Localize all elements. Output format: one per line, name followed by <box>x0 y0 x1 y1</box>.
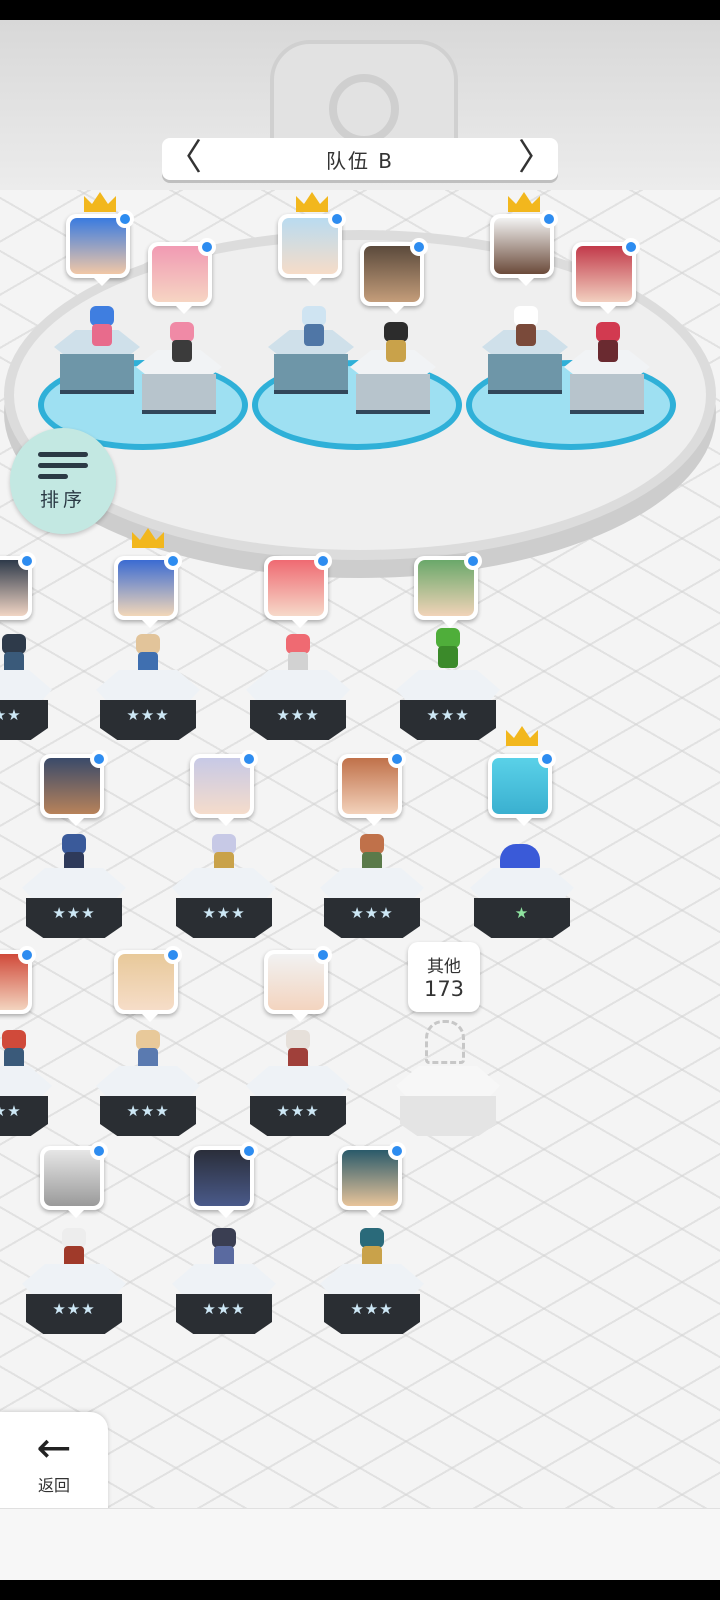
team-selector: 〈 队伍 B 〉 <box>162 138 558 180</box>
star-rating: ★★★ <box>202 904 246 922</box>
others-label: 其他 <box>427 957 461 977</box>
hero-pedestal[interactable]: ★★★ <box>320 1264 424 1348</box>
blue-dot-icon <box>240 750 258 768</box>
hero-pedestal[interactable]: ★★★ <box>0 1066 52 1150</box>
hero-sprite <box>162 320 202 364</box>
hero-sprite <box>588 320 628 364</box>
star-rating: ★★★ <box>276 706 320 724</box>
hero-pedestal[interactable]: ★★★ <box>172 868 276 952</box>
hero-pedestal[interactable]: ★★★ <box>246 1066 350 1150</box>
others-count: 173 <box>423 977 465 1001</box>
sort-label: 排序 <box>39 489 86 511</box>
back-button[interactable]: ← 返回 <box>0 1412 108 1512</box>
roster-hero-portrait[interactable] <box>190 1142 258 1218</box>
roster-hero-portrait[interactable] <box>114 552 182 628</box>
blue-dot-icon <box>116 210 134 228</box>
team-member-portrait[interactable] <box>572 238 640 314</box>
blue-dot-icon <box>90 1142 108 1160</box>
hero-sprite <box>294 304 334 348</box>
star-rating: ★★★ <box>0 706 22 724</box>
blue-dot-icon <box>388 1142 406 1160</box>
roster-hero-portrait[interactable] <box>338 1142 406 1218</box>
game-screen: 〈 队伍 B 〉 ★ ★★ ★ ★★ ★ ★★ ★ ★★★ ★★★ ★★★ ★ … <box>0 20 720 1580</box>
team-member-portrait[interactable] <box>360 238 428 314</box>
others-count-bubble[interactable]: 其他 173 <box>408 942 480 1012</box>
blue-dot-icon <box>164 552 182 570</box>
star-rating: ★★★ <box>52 904 96 922</box>
team-member-portrait[interactable] <box>66 210 134 286</box>
crown-icon <box>508 192 540 212</box>
sort-lines-icon <box>10 452 116 479</box>
hero-sprite <box>428 626 468 670</box>
blue-dot-icon <box>90 750 108 768</box>
roster-hero-portrait[interactable] <box>40 750 108 826</box>
blue-dot-icon <box>198 238 216 256</box>
next-team-arrow-icon[interactable]: 〉 <box>518 138 554 178</box>
star-rating: ★★★ <box>350 1300 394 1318</box>
back-arrow-icon: ← <box>36 1423 72 1472</box>
hero-pedestal[interactable]: ★★★ <box>172 1264 276 1348</box>
hero-pedestal[interactable]: ★★★ <box>96 1066 200 1150</box>
blue-dot-icon <box>240 1142 258 1160</box>
roster-hero-portrait[interactable] <box>264 946 332 1022</box>
roster-hero-portrait[interactable] <box>0 552 36 620</box>
hero-pedestal[interactable]: ★★★ <box>0 670 52 754</box>
hero-pedestal[interactable]: ★★★ <box>96 670 200 754</box>
blue-dot-icon <box>164 946 182 964</box>
roster-hero-portrait[interactable] <box>0 946 36 1014</box>
blue-dot-icon <box>538 750 556 768</box>
hero-pedestal[interactable]: ★★★ <box>22 868 126 952</box>
team-slot-1[interactable] <box>38 320 248 450</box>
team-title: 队伍 B <box>325 148 395 173</box>
roster-hero-portrait[interactable] <box>190 750 258 826</box>
crown-icon <box>84 192 116 212</box>
hero-pedestal[interactable]: ★★★ <box>320 868 424 952</box>
roster-hero-portrait[interactable] <box>114 946 182 1022</box>
crown-icon <box>506 726 538 746</box>
roster-hero-portrait[interactable] <box>264 552 332 628</box>
blue-dot-icon <box>540 210 558 228</box>
star-rating: ★★★ <box>126 1102 170 1120</box>
blue-dot-icon <box>314 946 332 964</box>
team-member-portrait[interactable] <box>148 238 216 314</box>
roster-hero-portrait[interactable] <box>40 1142 108 1218</box>
star-rating: ★★★ <box>276 1102 320 1120</box>
star-rating: ★ <box>514 904 530 922</box>
star-rating: ★★★ <box>202 1300 246 1318</box>
hero-pedestal[interactable]: ★★★ <box>246 670 350 754</box>
roster-hero-portrait[interactable] <box>338 750 406 826</box>
blue-dot-icon <box>622 238 640 256</box>
star-rating: ★★★ <box>350 904 394 922</box>
team-member-portrait[interactable] <box>278 210 346 286</box>
star-rating: ★★★ <box>52 1300 96 1318</box>
team-slot-3[interactable] <box>466 320 676 450</box>
hero-pedestal[interactable]: ★★★ <box>22 1264 126 1348</box>
empty-pedestal <box>396 1066 500 1150</box>
blue-dot-icon <box>464 552 482 570</box>
hero-sprite <box>506 304 546 348</box>
hero-sprite <box>82 304 122 348</box>
team-slot-2[interactable] <box>252 320 462 450</box>
blue-dot-icon <box>328 210 346 228</box>
hero-pedestal[interactable]: ★★★ <box>396 670 500 754</box>
hero-pedestal[interactable]: ★ <box>470 868 574 952</box>
team-member-portrait[interactable] <box>490 210 558 286</box>
roster-hero-portrait[interactable] <box>488 750 556 826</box>
blue-dot-icon <box>314 552 332 570</box>
sort-button[interactable]: 排序 <box>10 428 116 534</box>
blue-dot-icon <box>388 750 406 768</box>
crown-icon <box>296 192 328 212</box>
roster-hero-portrait[interactable] <box>414 552 482 628</box>
blue-dot-icon <box>410 238 428 256</box>
placeholder-silhouette-icon <box>425 1020 465 1064</box>
star-rating: ★★★ <box>0 1102 22 1120</box>
blue-dot-icon <box>18 946 36 964</box>
back-label: 返回 <box>37 1476 70 1495</box>
blue-dot-icon <box>18 552 36 570</box>
bottom-bar <box>0 1508 720 1580</box>
prev-team-arrow-icon[interactable]: 〈 <box>166 138 202 178</box>
star-rating: ★★★ <box>126 706 170 724</box>
hero-sprite <box>376 320 416 364</box>
star-rating: ★★★ <box>426 706 470 724</box>
